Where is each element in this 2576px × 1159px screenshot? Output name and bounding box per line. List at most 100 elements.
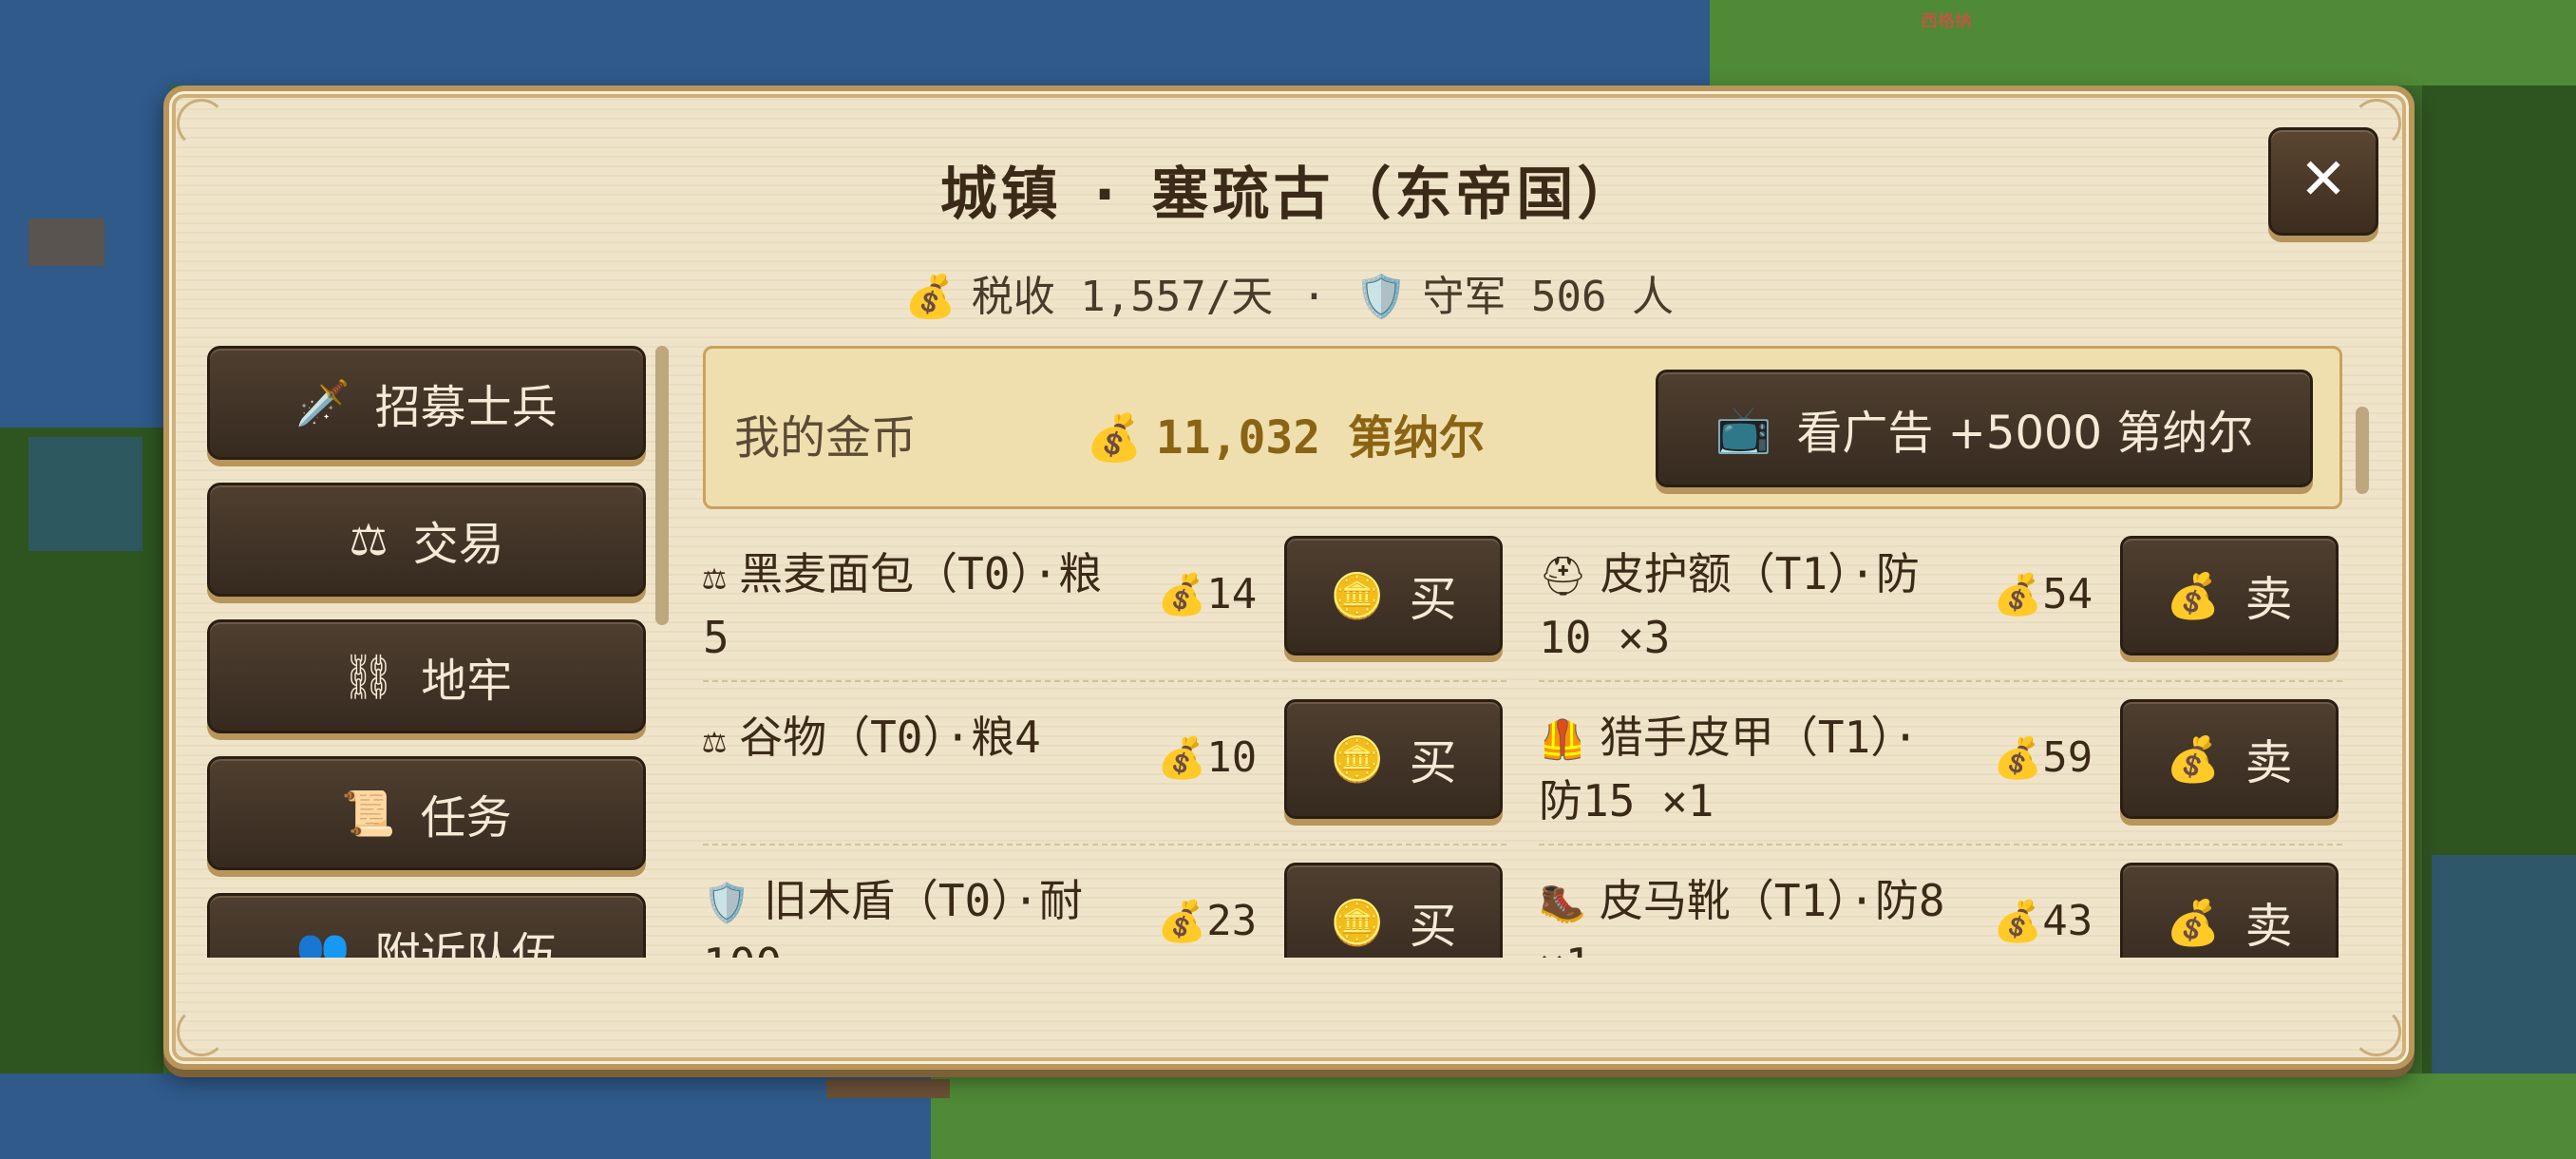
menu-quest-button[interactable]: 📜 任务	[207, 756, 646, 870]
title-prefix: 城镇	[939, 162, 1062, 228]
item-price: 💰43	[1993, 897, 2093, 945]
coin-icon: 🪙	[1330, 896, 1385, 948]
people-icon: 👥	[295, 923, 350, 959]
money-bag-icon: 💰	[1157, 734, 1207, 781]
gold-label: 我的金币	[734, 411, 918, 465]
price-value: 43	[2042, 897, 2093, 945]
menu-scrollbar[interactable]	[655, 346, 669, 625]
money-bag-icon: 💰	[1086, 411, 1143, 465]
item-price: 💰54	[1993, 570, 2093, 618]
scales-icon: ⚖	[703, 555, 727, 598]
price-value: 54	[2042, 570, 2093, 618]
stats-separator: ·	[1301, 273, 1327, 321]
dialog-title: 城镇 · 塞琉古（东帝国）	[169, 148, 2409, 231]
money-bag-icon: 💰	[1993, 734, 2043, 781]
vest-icon: 🦺	[1539, 718, 1586, 762]
price-value: 10	[1206, 733, 1258, 782]
buy-label: 买	[1409, 735, 1457, 790]
coin-icon: 🪙	[1330, 569, 1385, 621]
item-name-text: 黑麦面包（T0）·粮5	[703, 548, 1103, 663]
world-label: 西格纳	[1921, 11, 1972, 31]
sell-label: 卖	[2245, 899, 2293, 954]
menu-trade-button[interactable]: ⚖ 交易	[207, 483, 646, 597]
content-scrollbar[interactable]	[2356, 407, 2369, 494]
corner-ornament	[177, 1007, 226, 1056]
buy-button[interactable]: 🪙 买	[1284, 863, 1503, 958]
close-button[interactable]: ✕	[2268, 127, 2378, 236]
garrison-text: 守军 506 人	[1422, 273, 1674, 321]
item-name: 🦺 猎手皮甲（T1）·防15 ×1	[1539, 707, 1957, 831]
item-price: 💰23	[1157, 897, 1257, 945]
item-name: ⚖ 谷物（T0）·粮4	[703, 707, 1121, 770]
corner-ornament	[2352, 1007, 2401, 1056]
sell-button[interactable]: 💰 卖	[2120, 863, 2339, 958]
menu-item-label: 地牢	[421, 655, 513, 708]
gold-amount: 💰 11,032 第纳尔	[1086, 400, 1485, 466]
sell-row: 🥾皮马靴（T1）·防8 ×1 💰43 💰卖	[1539, 844, 2342, 958]
money-bag-icon: 💰	[1157, 898, 1207, 944]
sell-button[interactable]: 💰 卖	[2120, 536, 2339, 656]
tv-icon: 📺	[1714, 402, 1772, 456]
menu-item-label: 任务	[420, 791, 512, 845]
item-name-text: 猎手皮甲（T1）·防15 ×1	[1539, 712, 1919, 826]
buy-row: ⚖ 黑麦面包（T0）·粮5 💰14 🪙 买	[703, 519, 1506, 680]
sell-row: 🦺 猎手皮甲（T1）·防15 ×1 💰59 💰 卖	[1539, 680, 2342, 844]
item-name: ⚖ 黑麦面包（T0）·粮5	[703, 543, 1121, 668]
helmet-icon: ⛑	[1539, 555, 1587, 598]
buy-label: 买	[1409, 572, 1457, 627]
money-bag-icon: 💰	[904, 273, 957, 321]
side-menu: 🗡️ 招募士兵 ⚖ 交易 ⛓ 地牢 📜 任务 👥 附近队伍	[207, 346, 646, 958]
item-name: 🛡️旧木盾（T0）·耐100	[703, 870, 1121, 958]
scroll-icon: 📜	[341, 787, 396, 839]
price-value: 59	[2042, 733, 2093, 782]
scales-icon: ⚖	[349, 514, 388, 565]
money-bag-icon: 💰	[1157, 571, 1207, 618]
item-name-text: 皮马靴（T1）·防8 ×1	[1539, 875, 1945, 958]
dagger-icon: 🗡️	[295, 376, 350, 428]
sell-list: ⛑ 皮护额（T1）·防10 ×3 💰54 💰 卖 🦺 猎手皮甲（T1）·防15 ×1 …	[1539, 519, 2342, 958]
item-name-text: 旧木盾（T0）·耐100	[703, 875, 1083, 958]
item-name: ⛑ 皮护额（T1）·防10 ×3	[1539, 543, 1957, 668]
coin-icon: 🪙	[1330, 732, 1385, 785]
menu-recruit-button[interactable]: 🗡️ 招募士兵	[207, 346, 646, 460]
shield-icon: 🛡️	[1354, 273, 1408, 321]
menu-item-label: 招募士兵	[374, 381, 558, 434]
town-name: 塞琉古（东帝国）	[1151, 162, 1638, 228]
sell-label: 卖	[2245, 572, 2293, 627]
town-stats: 💰 税收 1,557/天 · 🛡️ 守军 506 人	[169, 262, 2409, 323]
watch-ad-button[interactable]: 📺 看广告 +5000 第纳尔	[1656, 370, 2313, 487]
menu-item-label: 附近队伍	[374, 928, 558, 958]
menu-item-label: 交易	[412, 518, 504, 571]
item-price: 💰14	[1157, 570, 1257, 618]
buy-label: 买	[1409, 899, 1457, 954]
menu-nearby-parties-button[interactable]: 👥 附近队伍	[207, 893, 646, 958]
buy-row: 🛡️旧木盾（T0）·耐100 💰23 🪙买	[703, 844, 1506, 958]
sell-row: ⛑ 皮护额（T1）·防10 ×3 💰54 💰 卖	[1539, 519, 2342, 680]
item-name-text: 谷物（T0）·粮4	[739, 712, 1041, 763]
item-price: 💰10	[1157, 733, 1257, 782]
money-bag-icon: 💰	[2166, 569, 2221, 621]
gold-value: 11,032 第纳尔	[1155, 411, 1486, 465]
sell-label: 卖	[2245, 735, 2293, 790]
item-price: 💰59	[1993, 733, 2093, 782]
chains-icon: ⛓	[340, 650, 397, 702]
watch-ad-label: 看广告 +5000 第纳尔	[1796, 407, 2254, 460]
money-bag-icon: 💰	[1993, 898, 2043, 944]
price-value: 23	[1206, 897, 1258, 945]
corner-ornament	[177, 99, 226, 148]
menu-dungeon-button[interactable]: ⛓ 地牢	[207, 619, 646, 733]
item-name: 🥾皮马靴（T1）·防8 ×1	[1539, 870, 1957, 958]
price-value: 14	[1206, 570, 1258, 618]
trade-grid: ⚖ 黑麦面包（T0）·粮5 💰14 🪙 买 ⚖ 谷物（T0）·粮4 💰10 🪙 买 🛡️…	[703, 519, 2342, 958]
scales-icon: ⚖	[703, 718, 727, 762]
buy-button[interactable]: 🪙 买	[1284, 699, 1503, 819]
money-bag-icon: 💰	[2166, 732, 2221, 785]
shield-icon: 🛡️	[703, 882, 750, 925]
tax-text: 税收 1,557/天	[971, 273, 1274, 321]
buy-row: ⚖ 谷物（T0）·粮4 💰10 🪙 买	[703, 680, 1506, 844]
boot-icon: 🥾	[1539, 882, 1586, 925]
sell-button[interactable]: 💰 卖	[2120, 699, 2339, 819]
money-bag-icon: 💰	[1993, 571, 2043, 618]
buy-button[interactable]: 🪙 买	[1284, 536, 1503, 656]
item-name-text: 皮护额（T1）·防10 ×3	[1539, 548, 1920, 663]
